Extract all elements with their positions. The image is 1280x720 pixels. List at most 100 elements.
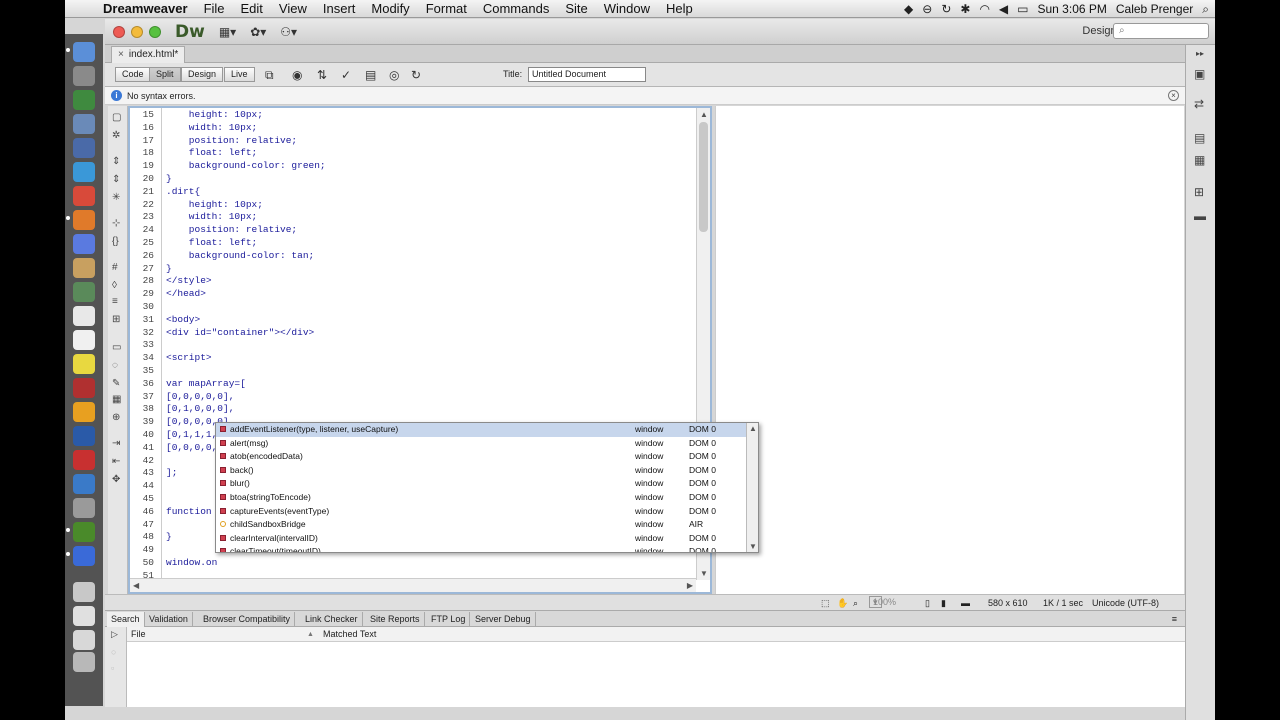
- move-css-icon[interactable]: ⊕: [112, 412, 120, 423]
- app-store-icon[interactable]: [73, 90, 95, 110]
- desktop-size-icon[interactable]: ▬: [961, 595, 970, 611]
- scroll-right-icon[interactable]: ▶: [687, 581, 693, 590]
- code-line[interactable]: background-color: tan;: [166, 249, 314, 262]
- trash-icon[interactable]: [73, 652, 95, 672]
- scroll-down-icon[interactable]: ▼: [700, 569, 708, 578]
- code-line[interactable]: position: relative;: [166, 134, 297, 147]
- expand-all-icon[interactable]: ✳: [112, 192, 120, 203]
- menu-help[interactable]: Help: [658, 1, 701, 16]
- zoom-window-icon[interactable]: [149, 25, 161, 38]
- select-parent-tag-icon[interactable]: ⊹: [112, 218, 120, 229]
- save-report-icon[interactable]: ▫: [111, 663, 114, 673]
- code-scroll-thumb[interactable]: [699, 122, 708, 232]
- auto-indent-icon[interactable]: ⊞: [112, 314, 120, 325]
- code-hint-item[interactable]: blur() window DOM 0: [216, 477, 746, 491]
- highlight-invalid-icon[interactable]: ◊: [112, 280, 117, 291]
- preview-icon[interactable]: [73, 114, 95, 134]
- refresh-icon[interactable]: ↻: [411, 68, 421, 82]
- close-window-icon[interactable]: [113, 25, 125, 38]
- code-hint-item[interactable]: back() window DOM 0: [216, 464, 746, 478]
- spotlight-icon[interactable]: ⌕: [1202, 2, 1209, 17]
- code-line[interactable]: width: 10px;: [166, 210, 257, 223]
- launchpad-icon[interactable]: [73, 66, 95, 86]
- tab-search[interactable]: Search: [107, 612, 145, 627]
- w3c-validation-icon[interactable]: ✓: [341, 68, 351, 82]
- code-line[interactable]: float: left;: [166, 236, 257, 249]
- zoom-tool-icon[interactable]: ⌕: [853, 595, 858, 611]
- collapse-selection-icon[interactable]: ⇕: [112, 174, 120, 185]
- wrap-tag-icon[interactable]: ✎: [112, 378, 120, 389]
- stickies-icon[interactable]: [73, 354, 95, 374]
- code-line[interactable]: <body>: [166, 313, 200, 326]
- outdent-code-icon[interactable]: ⇤: [112, 456, 120, 467]
- scroll-up-icon[interactable]: ▲: [700, 110, 708, 119]
- document-title-input[interactable]: Untitled Document: [528, 67, 646, 82]
- site-menu-icon[interactable]: ⚇▾: [280, 25, 297, 39]
- open-documents-icon[interactable]: ▢: [112, 112, 121, 123]
- multiscreen-icon[interactable]: ⧉: [265, 68, 274, 83]
- code-line[interactable]: </head>: [166, 287, 206, 300]
- facetime-icon[interactable]: [73, 282, 95, 302]
- finder-icon[interactable]: [73, 42, 95, 62]
- app-menu[interactable]: Dreamweaver: [95, 1, 196, 16]
- window-size[interactable]: 580 x 610: [988, 595, 1028, 611]
- wifi-icon[interactable]: ◠: [979, 2, 989, 16]
- show-code-navigator-icon[interactable]: ✲: [112, 130, 120, 141]
- code-hint-item[interactable]: alert(msg) window DOM 0: [216, 437, 746, 451]
- settings-icon[interactable]: [73, 498, 95, 518]
- preview-browser-icon[interactable]: ◉: [292, 68, 302, 82]
- code-line[interactable]: [0,1,0,0,0],: [166, 402, 234, 415]
- help-search-input[interactable]: ⌕: [1113, 23, 1209, 39]
- code-line[interactable]: background-color: green;: [166, 159, 326, 172]
- code-line[interactable]: height: 10px;: [166, 108, 263, 121]
- mobile-size-icon[interactable]: ▯: [925, 595, 930, 611]
- collapse-panels-icon[interactable]: ▸▸: [1196, 49, 1204, 58]
- code-horizontal-scrollbar[interactable]: ◀ ▶: [130, 578, 696, 592]
- menu-file[interactable]: File: [196, 1, 233, 16]
- quicktime-icon[interactable]: [73, 546, 95, 566]
- code-line[interactable]: window.on: [166, 556, 217, 569]
- bluetooth-icon[interactable]: ✱: [960, 2, 970, 16]
- menu-view[interactable]: View: [271, 1, 315, 16]
- firefox-icon[interactable]: [73, 210, 95, 230]
- hints-scroll-up-icon[interactable]: ▲: [749, 424, 757, 433]
- illustrator-icon[interactable]: [73, 402, 95, 422]
- code-line[interactable]: [0,0,0,0,: [166, 441, 217, 454]
- code-hint-item[interactable]: clearInterval(intervalID) window DOM 0: [216, 532, 746, 546]
- collapse-tag-icon[interactable]: ⇕: [112, 156, 120, 167]
- code-line[interactable]: [0,1,1,1,: [166, 428, 217, 441]
- downloads-icon[interactable]: [73, 582, 95, 602]
- menu-format[interactable]: Format: [418, 1, 475, 16]
- code-hints-popup[interactable]: ▲ ▼ addEventListener(type, listener, use…: [215, 422, 759, 553]
- document-tab[interactable]: × index.html*: [111, 46, 186, 63]
- close-info-bar-icon[interactable]: ×: [1168, 90, 1179, 101]
- hand-tool-icon[interactable]: ✋: [837, 595, 848, 611]
- code-view-button[interactable]: Code: [115, 67, 151, 82]
- assets-panel-icon[interactable]: ▬: [1194, 209, 1206, 223]
- file-management-icon[interactable]: ⇅: [317, 68, 327, 82]
- code-line[interactable]: <div id="container"></div>: [166, 326, 314, 339]
- textedit-icon[interactable]: [73, 330, 95, 350]
- documents-icon[interactable]: [73, 606, 95, 626]
- notes-icon[interactable]: [73, 258, 95, 278]
- design-view[interactable]: [715, 106, 1184, 594]
- column-file[interactable]: File: [131, 627, 146, 642]
- menu-clock[interactable]: Sun 3:06 PM: [1038, 2, 1107, 16]
- code-hint-item[interactable]: btoa(stringToEncode) window DOM 0: [216, 491, 746, 505]
- format-source-icon[interactable]: ✥: [112, 474, 120, 485]
- code-line[interactable]: width: 10px;: [166, 121, 257, 134]
- check-browser-icon[interactable]: ◎: [389, 68, 399, 82]
- sync-icon[interactable]: ⊖: [922, 2, 932, 16]
- volume-icon[interactable]: ◀: [999, 2, 1008, 16]
- select-tool-icon[interactable]: ⬚: [821, 595, 830, 611]
- tab-server-debug[interactable]: Server Debug: [471, 612, 536, 627]
- code-line[interactable]: var mapArray=[: [166, 377, 246, 390]
- files-panel-icon[interactable]: ⊞: [1194, 185, 1204, 199]
- run-search-icon[interactable]: ▷: [111, 629, 118, 640]
- split-view-button[interactable]: Split: [149, 67, 181, 82]
- css-designer-icon[interactable]: ▦: [1194, 153, 1205, 167]
- balance-braces-icon[interactable]: {}: [112, 236, 119, 247]
- code-line[interactable]: }: [166, 172, 172, 185]
- battery-icon[interactable]: ▭: [1017, 2, 1028, 16]
- menu-commands[interactable]: Commands: [475, 1, 557, 16]
